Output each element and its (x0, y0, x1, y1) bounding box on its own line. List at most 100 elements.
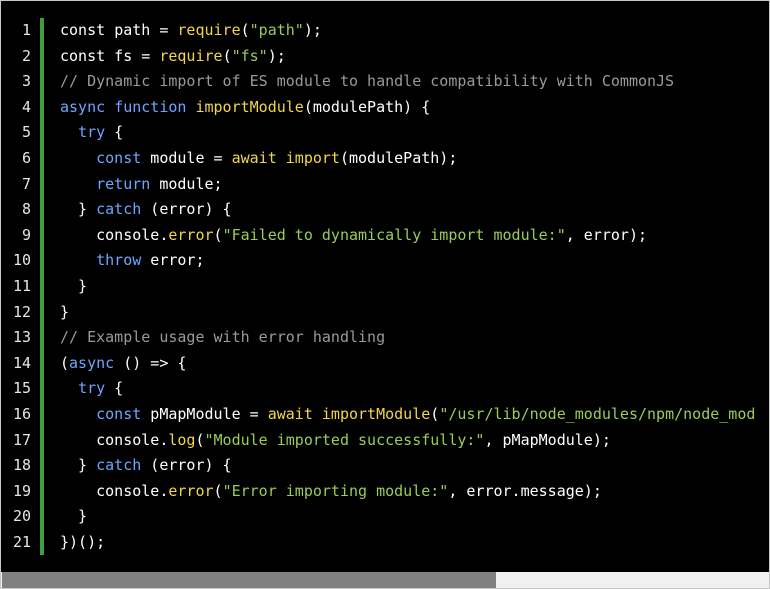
code-text: try { (60, 376, 123, 402)
code-line: 20 } (1, 504, 769, 530)
line-number: 13 (12, 328, 31, 347)
code-token: ( (60, 353, 70, 372)
code-token: await (231, 148, 277, 167)
code-token: console. (60, 481, 169, 500)
code-line: 16 const pMapModule = await importModule… (1, 402, 769, 428)
code-line: 7 return module; (1, 172, 769, 198)
code-line: 10 throw error; (1, 248, 769, 274)
code-text: return module; (60, 172, 223, 198)
code-token: ( (430, 404, 440, 423)
code-token: } (60, 507, 88, 526)
line-number: 14 (12, 353, 31, 372)
line-number: 11 (12, 276, 31, 295)
code-line: 13 // Example usage with error handling (1, 325, 769, 351)
code-token: try (78, 379, 106, 398)
line-number: 20 (12, 507, 31, 526)
code-token: (modulePath); (339, 148, 458, 167)
code-token: })(); (60, 532, 106, 551)
code-token: importModule (321, 404, 431, 423)
line-number: 6 (21, 148, 31, 167)
code-text: } (60, 504, 87, 530)
code-line: 15 try { (1, 376, 769, 402)
code-line: 18 } catch (error) { (1, 453, 769, 479)
code-token: ); (303, 21, 322, 39)
line-number: 9 (21, 225, 31, 244)
line-number: 19 (12, 481, 31, 500)
code-line: 14 (async () => { (1, 351, 769, 377)
code-token: return (96, 174, 151, 193)
code-token: function (114, 97, 187, 116)
line-number: 18 (12, 456, 31, 475)
code-text: const path = require("path"); (60, 18, 322, 44)
code-token: , error.message); (448, 481, 602, 500)
code-token: { (105, 123, 124, 142)
code-line: 4 async function importModule(modulePath)… (1, 95, 769, 121)
code-token: "fs" (231, 46, 268, 65)
code-block: 1 const path = require("path"); 2 const fs … (0, 0, 770, 589)
code-text: const fs = require("fs"); (60, 44, 286, 70)
code-token: path = (114, 21, 178, 39)
scrollbar-thumb[interactable] (2, 572, 496, 588)
code-token: ( (240, 21, 250, 39)
code-token: "Failed to dynamically import module:" (222, 225, 566, 244)
code-token: module = (141, 148, 232, 167)
code-token: (modulePath) { (303, 97, 431, 116)
code-token: pMapModule = (141, 404, 268, 423)
code-line: 12} (1, 300, 769, 326)
code-token: importModule (195, 97, 304, 116)
code-token: error (168, 481, 214, 500)
code-token: async (60, 97, 106, 116)
code-token: console. (60, 225, 169, 244)
line-number: 3 (21, 72, 31, 91)
code-line: 5 try { (1, 120, 769, 146)
code-text: console.error("Error importing module:",… (60, 479, 602, 505)
line-number: 2 (21, 46, 31, 65)
code-token: import (285, 148, 340, 167)
line-number: 16 (12, 404, 31, 423)
line-number: 21 (12, 532, 31, 551)
code-token: } (60, 200, 97, 219)
code-area[interactable]: 1 const path = require("path"); 2 const fs … (1, 18, 769, 571)
code-line: 21 })(); (1, 530, 769, 556)
code-token: , error); (565, 225, 648, 244)
code-token: try (78, 123, 106, 142)
code-token: "Module imported successfully:" (204, 430, 485, 449)
code-token: "/usr/lib/node_modules/npm/node_mod (439, 404, 756, 423)
code-text: const pMapModule = await importModule("/… (60, 402, 755, 428)
code-line: 8 } catch (error) { (1, 197, 769, 223)
code-token: } (60, 276, 88, 295)
code-token: async (69, 353, 115, 372)
code-line: 3 // Dynamic import of ES module to handl… (1, 69, 769, 95)
line-number: 17 (12, 430, 31, 449)
code-token: const (60, 21, 115, 39)
code-token: // Dynamic import of ES module to handle… (60, 72, 675, 91)
code-token: catch (96, 456, 142, 475)
code-token: require (177, 21, 241, 39)
code-text: console.log("Module imported successfull… (60, 428, 611, 454)
code-line: 2 const fs = require("fs"); (1, 44, 769, 70)
line-number: 1 (21, 21, 31, 39)
code-token: console. (60, 430, 169, 449)
code-text: } (60, 300, 69, 326)
code-text: } catch (error) { (60, 197, 232, 223)
code-token: const (96, 404, 142, 423)
code-text: // Dynamic import of ES module to handle… (60, 69, 674, 95)
code-text: } (60, 274, 87, 300)
code-line: 11 } (1, 274, 769, 300)
code-token: require (159, 46, 223, 65)
horizontal-scrollbar[interactable] (1, 572, 769, 588)
code-token: module; (150, 174, 223, 193)
code-text: // Example usage with error handling (60, 325, 385, 351)
code-token: ( (222, 46, 232, 65)
code-token: () => { (114, 353, 187, 372)
code-text: } catch (error) { (60, 453, 232, 479)
code-token: error; (141, 251, 205, 270)
code-text: async function importModule(modulePath) … (60, 95, 430, 121)
code-token: // Example usage with error handling (60, 328, 386, 347)
code-line: 19 console.error("Error importing module… (1, 479, 769, 505)
